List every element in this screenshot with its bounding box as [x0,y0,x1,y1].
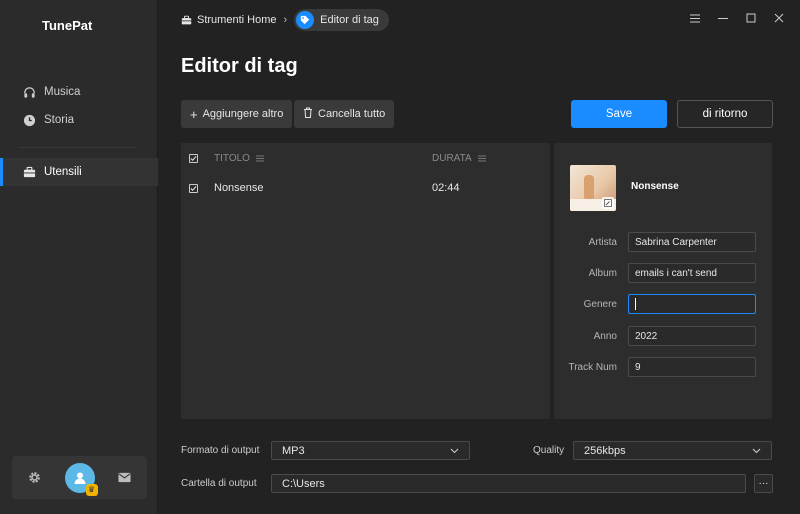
add-more-button[interactable]: + Aggiungere altro [181,100,293,128]
app-logo: TunePat [42,18,93,33]
artist-label: Artista [588,237,617,248]
tag-icon [296,11,315,29]
album-label: Album [588,268,617,279]
row-duration: 02:44 [432,182,460,194]
premium-badge-icon: ♛ [85,483,98,496]
cover-art-figure [584,175,594,199]
toolbox-icon [22,165,36,179]
sidebar: TunePat Musica Storia Utensili ♛ [0,0,158,514]
select-all-checkbox[interactable] [189,153,198,163]
chevron-down-icon [450,448,459,453]
table-row[interactable]: Nonsense 02:44 [181,173,550,203]
sort-icon [477,155,486,161]
breadcrumb-home-label: Strumenti Home [197,14,277,26]
breadcrumb: Strumenti Home › Editor di tag [181,9,389,31]
output-folder-label: Cartella di output [181,478,257,489]
column-duration-label: DURATA [432,152,472,164]
tag-panel: Nonsense Artista Sabrina Carpenter Album… [554,143,772,419]
sidebar-bottom-bar: ♛ [12,456,147,499]
sidebar-item-musica[interactable]: Musica [0,78,158,106]
album-cover[interactable] [570,165,616,211]
minimize-icon[interactable] [716,10,730,26]
menu-icon[interactable] [688,10,702,26]
chevron-down-icon [752,448,761,453]
track-num-field[interactable]: 9 [628,357,756,377]
table-header: TITOLO DURATA [181,143,550,173]
output-format-value: MP3 [282,444,305,457]
page-title: Editor di tag [181,55,298,77]
sidebar-item-label: Storia [44,114,75,126]
song-title: Nonsense [631,181,679,192]
plus-icon: + [190,106,198,122]
sidebar-item-storia[interactable]: Storia [0,106,158,134]
genre-field[interactable] [628,294,756,314]
text-caret [635,298,636,310]
row-title: Nonsense [214,182,264,194]
avatar[interactable]: ♛ [64,462,98,496]
track-num-label: Track Num [568,362,617,373]
column-title-header[interactable]: TITOLO [214,153,264,164]
checkmark-icon [190,155,197,161]
checkmark-icon [190,185,197,191]
trash-icon [303,107,313,121]
clock-icon [22,113,36,127]
track-table: TITOLO DURATA Nonsense 02:44 [181,143,550,419]
browse-folder-button[interactable]: ··· [754,474,773,493]
row-checkbox[interactable] [189,183,198,193]
toolbox-icon [181,15,192,24]
breadcrumb-current: Editor di tag [294,9,389,31]
artist-field[interactable]: Sabrina Carpenter [628,232,756,252]
chevron-right-icon: › [283,14,288,26]
edit-cover-icon[interactable] [602,197,614,209]
quality-label: Quality [533,445,565,456]
quality-value: 256kbps [584,444,626,457]
year-label: Anno [593,331,617,342]
headphones-icon [22,85,36,99]
clear-all-button[interactable]: Cancella tutto [294,100,395,128]
quality-select[interactable]: 256kbps [573,441,772,460]
maximize-icon[interactable] [744,10,758,26]
year-field[interactable]: 2022 [628,326,756,346]
sort-icon [255,155,264,161]
sidebar-item-label: Utensili [44,166,82,178]
breadcrumb-home[interactable]: Strumenti Home [181,14,276,26]
window-controls [688,10,786,26]
clear-all-label: Cancella tutto [318,108,386,120]
output-format-label: Formato di output [181,445,260,456]
breadcrumb-current-label: Editor di tag [320,14,379,26]
sidebar-item-utensili[interactable]: Utensili [0,158,158,186]
sidebar-item-label: Musica [44,86,81,98]
genre-label: Genere [583,299,617,310]
close-icon[interactable] [772,10,786,26]
mail-icon[interactable] [110,463,140,493]
output-folder-field[interactable]: C:\Users [271,474,746,493]
save-button[interactable]: Save [571,100,667,128]
column-duration-header[interactable]: DURATA [432,153,486,164]
user-icon [74,472,85,484]
album-field[interactable]: emails i can't send [628,263,756,283]
settings-gear-icon[interactable] [20,463,50,493]
column-title-label: TITOLO [214,152,250,164]
back-button[interactable]: di ritorno [677,100,773,128]
add-more-label: Aggiungere altro [202,108,284,120]
output-format-select[interactable]: MP3 [271,441,470,460]
sidebar-divider [20,147,136,148]
